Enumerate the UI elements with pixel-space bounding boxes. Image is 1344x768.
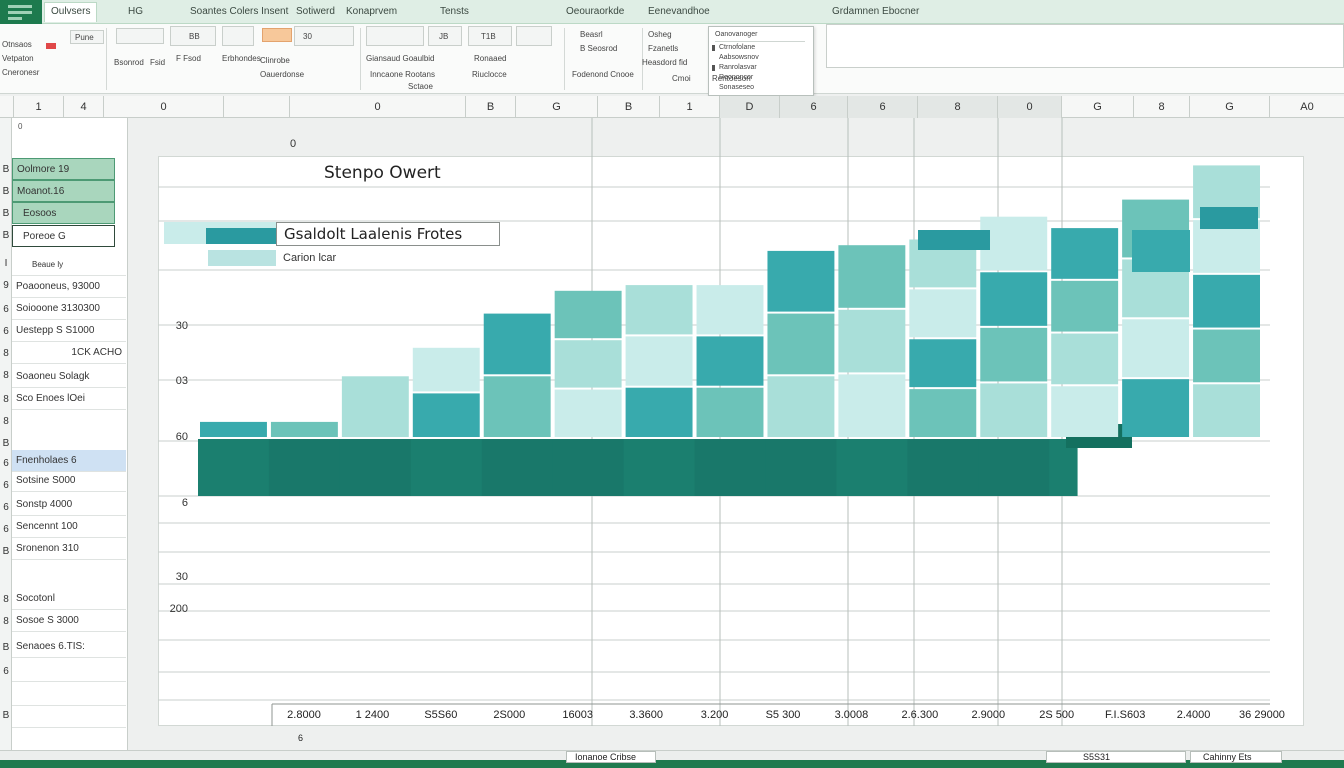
x-tick-label: 2.6.300 — [902, 709, 939, 721]
bar-series-2 — [838, 309, 906, 373]
bar-series-2 — [1122, 379, 1190, 437]
bar-series-2 — [980, 216, 1048, 271]
x-tick-label: S5 300 — [766, 709, 801, 721]
bar-series-1 — [198, 439, 270, 496]
bar-series-2 — [696, 285, 764, 335]
y-tick-label: 03 — [176, 375, 188, 387]
bar-series-1 — [410, 439, 483, 496]
bar-series-2 — [412, 393, 480, 437]
x-tick-label: 3.0008 — [835, 709, 869, 721]
bar-series-2 — [767, 250, 835, 312]
bar-series-1 — [765, 439, 838, 496]
bar-series-2 — [1051, 228, 1119, 279]
chart-corner-label: 0 — [290, 138, 297, 150]
bar-series-1 — [552, 439, 625, 496]
x-tick-label: 36 29000 — [1239, 709, 1285, 721]
bar-series-2 — [838, 374, 906, 437]
bar-series-2 — [909, 389, 977, 437]
bar-series-1 — [623, 439, 696, 496]
bar-series-2 — [554, 389, 622, 437]
bar-series-2 — [909, 289, 977, 338]
y-tick-label: 30 — [176, 320, 188, 332]
x-tick-label: 2S000 — [493, 709, 525, 721]
bar-series-1 — [907, 439, 980, 496]
legend-series-1: Gsaldolt Laalenis Frotes — [284, 225, 463, 243]
sheet-tab[interactable]: Ionanoe Cribse — [566, 751, 656, 763]
bar-series-2 — [696, 387, 764, 437]
status-value: S5S31 — [1083, 752, 1111, 762]
bar-series-2 — [1200, 207, 1258, 229]
bar-series-2 — [980, 272, 1048, 326]
sheet-tab-label: Ionanoe Cribse — [575, 752, 637, 762]
bar-series-2 — [909, 339, 977, 388]
bar-series-2 — [483, 313, 551, 375]
bar-series-2 — [1193, 329, 1260, 383]
bar-series-1 — [481, 439, 554, 496]
bar-series-2 — [767, 376, 835, 437]
bar-series-2 — [341, 376, 409, 437]
bar-series-1 — [268, 439, 341, 496]
bar-series-2 — [767, 313, 835, 375]
x-tick-label: F.I.S603 — [1105, 709, 1145, 721]
bar-series-2 — [1193, 274, 1260, 328]
x-tick-label: 1 2400 — [356, 709, 390, 721]
x-tick-label: 2.9000 — [971, 709, 1005, 721]
bar-series-2 — [625, 387, 693, 437]
y-tick-label: 60 — [176, 431, 188, 443]
bar-series-2 — [200, 421, 267, 437]
bar-series-1 — [978, 439, 1051, 496]
x-tick-label: 2.8000 — [287, 709, 321, 721]
x-tick-label: 2S 500 — [1039, 709, 1074, 721]
spreadsheet-window: Oulvsers HG Soantes Colers Insent Sotiwe… — [0, 0, 1344, 768]
x-tick-label: 2.4000 — [1177, 709, 1211, 721]
bar-series-2 — [625, 336, 693, 386]
status-value-box: S5S31 — [1046, 751, 1186, 763]
bar-series-2 — [1193, 384, 1260, 437]
bar-series-2 — [554, 290, 622, 339]
y-tick-label: 6 — [182, 497, 188, 509]
bar-series-2 — [554, 340, 622, 388]
bar-series-1 — [836, 439, 909, 496]
bar-series-1 — [339, 439, 412, 496]
bar-series-2 — [838, 245, 906, 308]
bar-series-2 — [918, 230, 990, 250]
page-indicator: 6 — [298, 733, 304, 743]
x-tick-label: 3.3600 — [629, 709, 663, 721]
bar-series-1 — [694, 439, 767, 496]
zoom-box[interactable]: Cahinny Ets — [1190, 751, 1282, 763]
bar-series-2 — [1132, 230, 1190, 272]
bar-series-2 — [1051, 280, 1119, 332]
chart-plot: 30 03 60 6 30 200 2.8000 1 2400 S5S60 2S000 16003 3… — [158, 118, 1285, 726]
bar-series-2 — [980, 383, 1048, 437]
bar-series-2 — [980, 327, 1048, 382]
bar-series-2 — [1051, 386, 1119, 437]
chart-title[interactable]: Stenpo Owert — [324, 163, 441, 183]
zoom-label: Cahinny Ets — [1203, 752, 1252, 762]
bar-series-2 — [483, 376, 551, 437]
y-tick-label: 30 — [176, 571, 188, 583]
bar-series-2 — [696, 336, 764, 386]
y-tick-label: 200 — [170, 603, 188, 615]
bar-series-2 — [625, 285, 693, 335]
bar-series-2 — [270, 421, 338, 437]
legend-swatch — [208, 250, 276, 266]
bar-series-2 — [412, 347, 480, 392]
x-tick-label: S5S60 — [424, 709, 457, 721]
legend-series-2: Carion lcar — [283, 252, 337, 264]
bar-series-2 — [1122, 319, 1190, 378]
x-tick-label: 16003 — [562, 709, 593, 721]
bar-series-2 — [1051, 333, 1119, 385]
legend-swatch — [206, 228, 276, 244]
x-tick-label: 3.200 — [701, 709, 729, 721]
